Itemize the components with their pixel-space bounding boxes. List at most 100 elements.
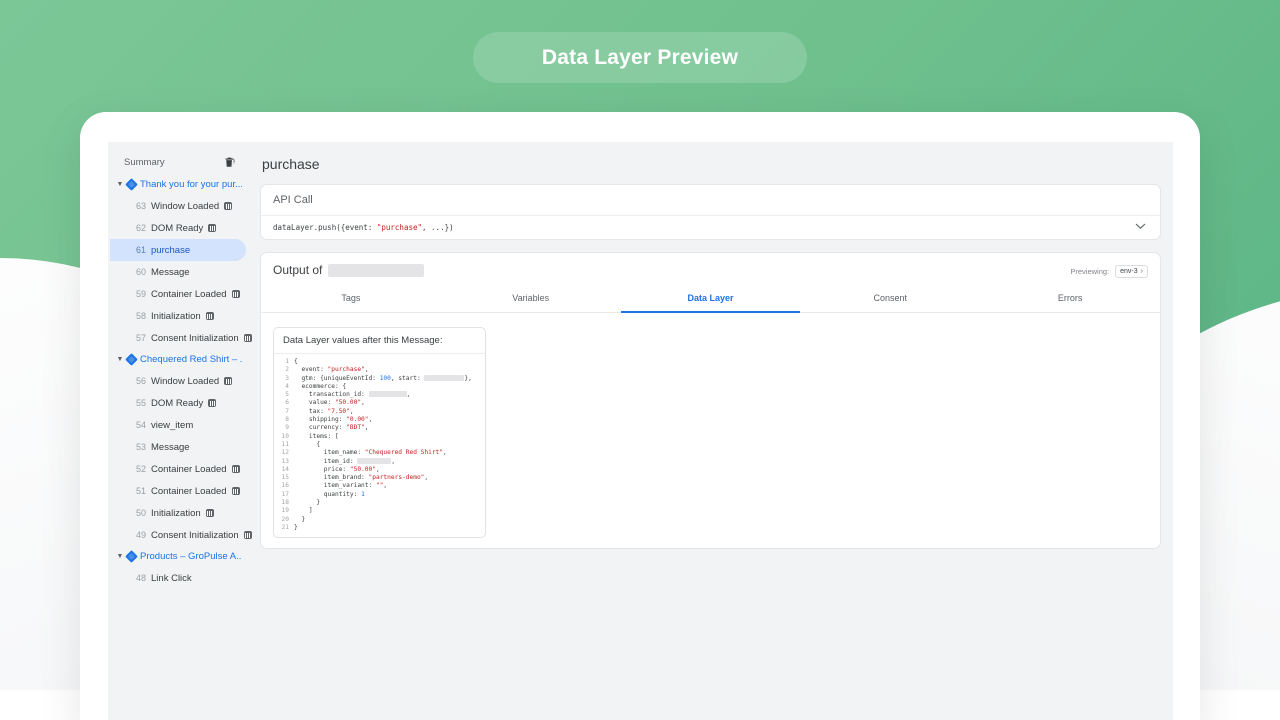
caret-down-icon[interactable]: ▼ <box>114 181 126 188</box>
sidebar-event-59[interactable]: 59Container Loaded <box>110 283 246 305</box>
chevron-down-icon[interactable] <box>1133 223 1148 232</box>
code-text: }, <box>464 375 471 382</box>
code-line-content: ecommerce: { <box>294 383 346 391</box>
sidebar-event-58[interactable]: 58Initialization <box>110 305 246 327</box>
event-number: 56 <box>136 376 146 386</box>
code-string: "0.00" <box>346 416 368 423</box>
code-line-number: 4 <box>274 383 294 391</box>
caret-down-icon[interactable]: ▼ <box>114 553 126 560</box>
code-line-content: ] <box>294 507 313 515</box>
tag-diamond-icon <box>125 178 138 191</box>
code-line-content: } <box>294 524 298 532</box>
code-text: item_variant: <box>294 482 376 489</box>
code-line-number: 6 <box>274 399 294 407</box>
code-line-content: event: "purchase", <box>294 366 369 374</box>
code-line-number: 15 <box>274 474 294 482</box>
tab-data-layer[interactable]: Data Layer <box>621 286 801 313</box>
code-line: 15 item_brand: "partners-demo", <box>274 474 485 482</box>
previewing-group: Previewing: env-3 › <box>1070 263 1148 278</box>
event-name: Consent Initialization <box>151 530 239 541</box>
event-number: 61 <box>136 245 146 255</box>
code-text: ecommerce: { <box>294 383 346 390</box>
event-number: 53 <box>136 442 146 452</box>
code-line-number: 19 <box>274 507 294 515</box>
event-name: Window Loaded <box>151 376 219 387</box>
sidebar-event-63[interactable]: 63Window Loaded <box>110 195 246 217</box>
environment-value: env-3 <box>1120 268 1138 275</box>
event-name: Link Click <box>151 573 192 584</box>
code-text: , <box>365 366 369 373</box>
caret-down-icon[interactable]: ▼ <box>114 356 126 363</box>
code-text: transaction_id: <box>294 391 369 398</box>
tab-variables[interactable]: Variables <box>441 286 621 313</box>
sidebar-event-49[interactable]: 49Consent Initialization <box>110 524 246 546</box>
code-text: event: <box>294 366 328 373</box>
trash-icon[interactable] <box>223 156 236 169</box>
sidebar-event-48[interactable]: 48Link Click <box>110 567 246 589</box>
tab-errors[interactable]: Errors <box>980 286 1160 313</box>
sidebar-event-60[interactable]: 60Message <box>110 261 246 283</box>
code-text: currency: <box>294 424 346 431</box>
code-text: , <box>407 391 411 398</box>
event-name: Container Loaded <box>151 464 227 475</box>
event-number: 55 <box>136 398 146 408</box>
code-text: item_brand: <box>294 474 369 481</box>
sidebar-group-label: Products – GroPulse A... <box>140 551 242 562</box>
banner-pill: Data Layer Preview <box>473 32 807 83</box>
code-line-number: 5 <box>274 391 294 399</box>
code-line-content: transaction_id: , <box>294 391 410 399</box>
code-line-content: item_id: , <box>294 458 395 466</box>
app-window: Summary ▼Thank you for your pur...63Wind… <box>108 142 1173 720</box>
sidebar-event-54[interactable]: 54view_item <box>110 414 246 436</box>
code-number: 1 <box>361 491 365 498</box>
api-code-string: "purchase" <box>377 223 422 232</box>
code-line-number: 13 <box>274 458 294 466</box>
code-line: 14 price: "50.00", <box>274 466 485 474</box>
code-line: 12 item_name: "Chequered Red Shirt", <box>274 449 485 457</box>
event-number: 58 <box>136 311 146 321</box>
code-text: items: [ <box>294 433 339 440</box>
code-text: , <box>424 474 428 481</box>
tab-consent[interactable]: Consent <box>800 286 980 313</box>
sidebar-event-53[interactable]: 53Message <box>110 436 246 458</box>
code-line: 9 currency: "BDT", <box>274 424 485 432</box>
code-line-content: gtm: {uniqueEventId: 100, start: }, <box>294 375 472 383</box>
tab-tags[interactable]: Tags <box>261 286 441 313</box>
code-line-content: tax: "7.50", <box>294 408 354 416</box>
sidebar-event-61[interactable]: 61purchase <box>110 239 246 261</box>
redacted-value <box>369 391 407 397</box>
sidebar-group-2[interactable]: ▼ Products – GroPulse A... <box>108 546 248 567</box>
sidebar-event-50[interactable]: 50Initialization <box>110 502 246 524</box>
sidebar-group-label: Thank you for your pur... <box>140 179 242 190</box>
tag-diamond-icon <box>125 550 138 563</box>
code-line-number: 20 <box>274 516 294 524</box>
api-code-prefix: dataLayer.push({event: <box>273 223 377 232</box>
chevron-right-icon: › <box>1141 268 1143 275</box>
sidebar-event-55[interactable]: 55DOM Ready <box>110 392 246 414</box>
environment-chip[interactable]: env-3 › <box>1115 265 1148 278</box>
event-number: 54 <box>136 420 146 430</box>
container-badge-icon <box>224 202 232 210</box>
sidebar-group-1[interactable]: ▼Chequered Red Shirt – ... <box>108 349 248 370</box>
page-title: Data Layer Preview <box>542 46 738 70</box>
event-name: Message <box>151 267 190 278</box>
event-number: 59 <box>136 289 146 299</box>
sidebar-group-0[interactable]: ▼ Thank you for your pur... <box>108 174 248 195</box>
event-number: 50 <box>136 508 146 518</box>
code-string: "purchase" <box>328 366 365 373</box>
data-layer-header: Data Layer values after this Message: <box>274 328 485 354</box>
code-text: , <box>365 424 369 431</box>
code-line-number: 17 <box>274 491 294 499</box>
sidebar-event-56[interactable]: 56 Window Loaded <box>110 370 246 392</box>
sidebar-event-51[interactable]: 51Container Loaded <box>110 480 246 502</box>
code-line-number: 7 <box>274 408 294 416</box>
api-call-row[interactable]: dataLayer.push({event: "purchase", ...}) <box>261 216 1160 239</box>
event-number: 63 <box>136 201 146 211</box>
sidebar-event-57[interactable]: 57Consent Initialization <box>110 327 246 349</box>
code-line: 17 quantity: 1 <box>274 491 485 499</box>
code-line-content: } <box>294 516 305 524</box>
code-line: 4 ecommerce: { <box>274 383 485 391</box>
sidebar-event-52[interactable]: 52Container Loaded <box>110 458 246 480</box>
event-name: Consent Initialization <box>151 333 239 344</box>
sidebar-event-62[interactable]: 62DOM Ready <box>110 217 246 239</box>
